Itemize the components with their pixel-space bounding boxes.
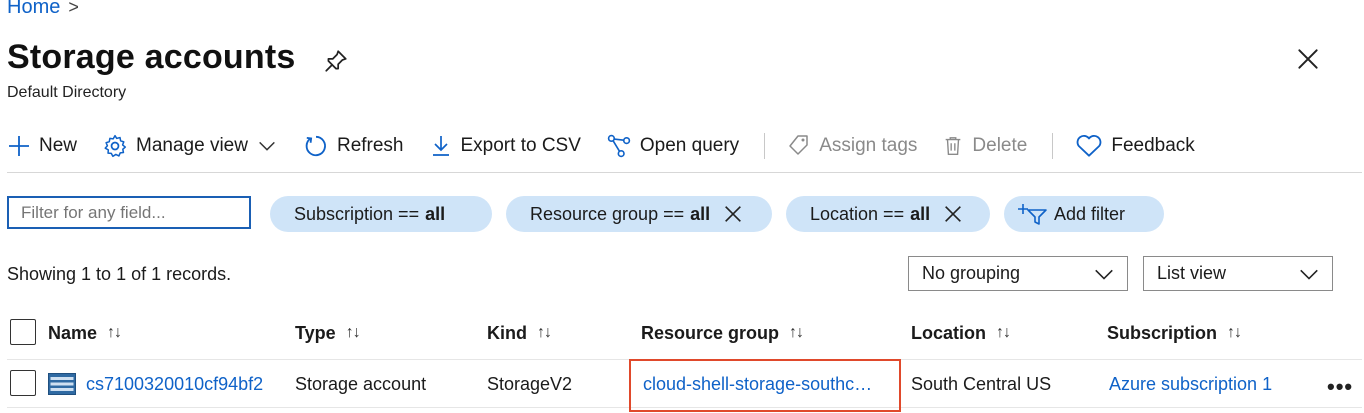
- new-button-label: New: [39, 135, 78, 156]
- refresh-button[interactable]: Refresh: [303, 133, 404, 159]
- feedback-button[interactable]: Feedback: [1075, 134, 1195, 158]
- refresh-icon: [305, 135, 326, 157]
- subscription-filter-label: Subscription ==: [294, 203, 420, 224]
- toolbar-divider: [1052, 133, 1054, 159]
- add-filter-button[interactable]: Add filter: [1004, 196, 1164, 232]
- column-header-name[interactable]: Name ↑↓: [48, 318, 122, 348]
- gear-icon: [104, 134, 127, 158]
- column-header-location[interactable]: Location ↑↓: [911, 318, 1011, 348]
- column-header-resource-group[interactable]: Resource group ↑↓: [641, 318, 804, 348]
- subscription-link[interactable]: Azure subscription 1: [1109, 360, 1272, 408]
- view-dropdown[interactable]: List view: [1143, 256, 1333, 291]
- feedback-label: Feedback: [1111, 135, 1195, 156]
- delete-label: Delete: [972, 135, 1028, 156]
- location-filter-label: Location ==: [810, 203, 905, 224]
- manage-view-button[interactable]: Manage view: [102, 133, 278, 159]
- sort-icon[interactable]: ↑↓: [107, 324, 122, 342]
- open-query-label: Open query: [639, 135, 740, 156]
- highlight-box: [629, 359, 901, 412]
- breadcrumb-separator: >: [68, 0, 79, 17]
- close-icon[interactable]: [1295, 46, 1321, 72]
- sort-icon[interactable]: ↑↓: [996, 324, 1011, 342]
- resource-group-filter-label: Resource group ==: [530, 203, 685, 224]
- sort-icon[interactable]: ↑↓: [1227, 324, 1242, 342]
- export-csv-label: Export to CSV: [460, 135, 581, 156]
- page-title: Storage accounts: [7, 38, 296, 76]
- location-filter-value: all: [910, 203, 931, 224]
- toolbar: New Manage view Refresh Export to CSV Op…: [7, 126, 1220, 166]
- close-icon[interactable]: [722, 203, 744, 225]
- toolbar-divider-line: [7, 172, 1362, 173]
- grouping-dropdown[interactable]: No grouping: [908, 256, 1128, 291]
- row-checkbox[interactable]: [10, 370, 36, 396]
- filter-input[interactable]: [7, 196, 251, 229]
- close-icon[interactable]: [942, 203, 964, 225]
- location-filter-pill[interactable]: Location == all: [786, 196, 990, 232]
- resource-group-filter-pill[interactable]: Resource group == all: [506, 196, 772, 232]
- column-header-kind[interactable]: Kind ↑↓: [487, 318, 552, 348]
- column-header-label: Subscription: [1107, 322, 1218, 343]
- row-kind-cell: StorageV2: [487, 373, 573, 394]
- trash-icon: [946, 137, 961, 155]
- storage-account-icon: [48, 373, 76, 395]
- select-all-checkbox[interactable]: [10, 319, 36, 345]
- row-location-cell: South Central US: [911, 373, 1052, 394]
- column-header-subscription[interactable]: Subscription ↑↓: [1107, 318, 1242, 348]
- tag-icon: [789, 135, 808, 155]
- chevron-down-icon: [1095, 269, 1113, 280]
- breadcrumb: Home >: [7, 0, 79, 19]
- sort-icon[interactable]: ↑↓: [346, 324, 361, 342]
- chevron-down-icon: [259, 141, 275, 151]
- breadcrumb-home-link[interactable]: Home: [7, 0, 60, 19]
- query-icon: [607, 134, 631, 158]
- delete-button[interactable]: Delete: [942, 134, 1027, 158]
- grouping-dropdown-value: No grouping: [922, 263, 1021, 283]
- subscription-filter-value: all: [425, 203, 446, 224]
- download-icon: [432, 136, 449, 156]
- column-header-type[interactable]: Type ↑↓: [295, 318, 361, 348]
- export-csv-button[interactable]: Export to CSV: [429, 133, 581, 159]
- open-query-button[interactable]: Open query: [606, 133, 739, 159]
- toolbar-divider: [764, 133, 766, 159]
- subscription-filter-pill[interactable]: Subscription == all: [270, 196, 492, 232]
- storage-account-link[interactable]: cs7100320010cf94bf2: [86, 374, 263, 395]
- row-type-cell: Storage account: [295, 373, 427, 394]
- assign-tags-label: Assign tags: [819, 135, 918, 156]
- manage-view-label: Manage view: [136, 135, 248, 156]
- resource-group-filter-value: all: [690, 203, 711, 224]
- sort-icon[interactable]: ↑↓: [537, 324, 552, 342]
- new-button[interactable]: New: [7, 134, 77, 158]
- column-header-label: Resource group: [641, 322, 780, 343]
- records-summary: Showing 1 to 1 of 1 records.: [7, 264, 232, 284]
- add-filter-icon: [1018, 204, 1047, 225]
- column-header-label: Location: [911, 322, 986, 343]
- column-header-label: Type: [295, 322, 336, 343]
- row-name-cell: cs7100320010cf94bf2: [48, 360, 263, 408]
- add-filter-label: Add filter: [1054, 203, 1126, 224]
- pin-icon[interactable]: [323, 48, 349, 74]
- refresh-label: Refresh: [336, 135, 404, 156]
- sort-icon[interactable]: ↑↓: [789, 324, 804, 342]
- column-header-label: Kind: [487, 322, 527, 343]
- column-header-label: Name: [48, 322, 98, 343]
- chevron-down-icon: [1300, 269, 1318, 280]
- view-dropdown-value: List view: [1157, 263, 1227, 283]
- page-subtitle: Default Directory: [7, 84, 127, 101]
- assign-tags-button[interactable]: Assign tags: [787, 134, 917, 158]
- table-header: Name ↑↓ Type ↑↓ Kind ↑↓ Resource group ↑…: [7, 318, 1362, 358]
- heart-icon: [1076, 134, 1102, 157]
- more-actions-icon[interactable]: •••: [1327, 374, 1353, 400]
- plus-icon: [9, 136, 29, 156]
